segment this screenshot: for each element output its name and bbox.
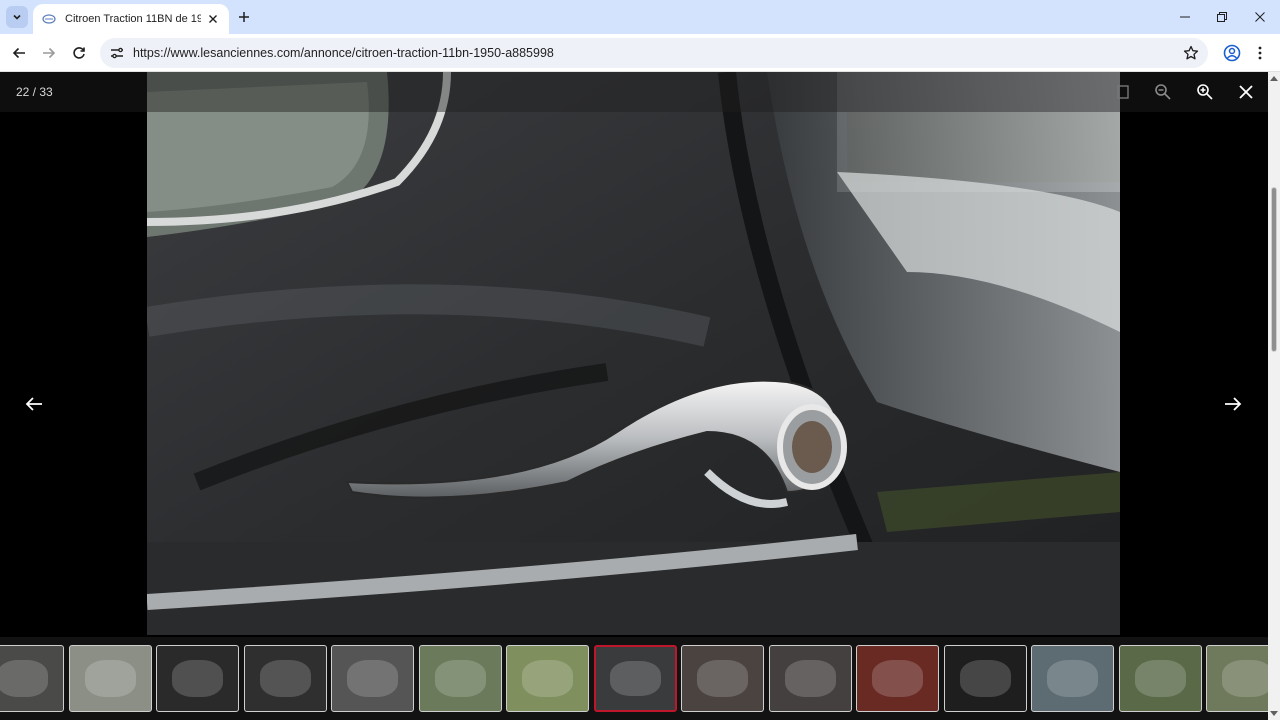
reload-icon xyxy=(73,47,85,59)
restore-icon xyxy=(1217,12,1227,22)
thumbnail[interactable] xyxy=(769,645,852,712)
forward-button[interactable] xyxy=(38,42,60,64)
fullscreen-button[interactable] xyxy=(1112,81,1134,103)
kebab-icon xyxy=(1258,46,1262,60)
close-viewer-button[interactable] xyxy=(1235,81,1257,103)
site-favicon-icon xyxy=(41,11,57,27)
thumbnail-image xyxy=(171,660,224,697)
close-icon[interactable] xyxy=(205,11,221,27)
new-tab-button[interactable] xyxy=(235,8,253,26)
thumbnail-image xyxy=(871,660,924,697)
scroll-up-icon[interactable] xyxy=(1270,74,1278,82)
thumbnail[interactable] xyxy=(681,645,764,712)
thumbnail[interactable] xyxy=(594,645,677,712)
tab-search-button[interactable] xyxy=(6,6,28,28)
url-text[interactable]: https://www.lesanciennes.com/annonce/cit… xyxy=(133,46,554,60)
thumbnail-image xyxy=(1221,660,1268,697)
thumbnail-image xyxy=(346,660,399,697)
thumbnail-image xyxy=(784,660,837,697)
viewer-toolbar xyxy=(0,72,1268,112)
thumbnail[interactable] xyxy=(419,645,502,712)
tune-icon[interactable] xyxy=(102,38,132,68)
close-icon xyxy=(1239,85,1253,99)
browser-tab[interactable]: Citroen Traction 11BN de 1950 xyxy=(33,4,229,34)
zoom-in-button[interactable] xyxy=(1194,81,1216,103)
zoom-in-icon xyxy=(1197,84,1213,100)
thumbnail[interactable] xyxy=(944,645,1027,712)
arrow-right-icon xyxy=(43,47,56,59)
thumbnail-image xyxy=(0,660,49,697)
thumbnail-image xyxy=(696,660,749,697)
thumbnail-image xyxy=(259,660,312,697)
thumbnail-image xyxy=(610,660,661,697)
tab-strip: Citroen Traction 11BN de 1950 xyxy=(0,0,1280,34)
thumbnail[interactable] xyxy=(244,645,327,712)
thumbnail-strip xyxy=(0,637,1268,720)
next-image-button[interactable] xyxy=(1219,390,1247,418)
image-counter: 22 / 33 xyxy=(16,85,53,99)
scroll-down-icon[interactable] xyxy=(1270,710,1278,718)
scrollbar-thumb[interactable] xyxy=(1271,187,1277,352)
chevron-down-icon xyxy=(13,14,21,20)
back-button[interactable] xyxy=(8,42,30,64)
thumbnail-image xyxy=(84,660,137,697)
thumbnail-image xyxy=(521,660,574,697)
browser-toolbar: https://www.lesanciennes.com/annonce/cit… xyxy=(0,34,1280,72)
previous-image-button[interactable] xyxy=(20,390,48,418)
thumbnail[interactable] xyxy=(1206,645,1268,712)
arrow-left-icon xyxy=(12,47,25,59)
fullscreen-icon xyxy=(1117,85,1129,99)
lightbox: 22 / 33 xyxy=(0,72,1268,720)
tab-title: Citroen Traction 11BN de 1950 xyxy=(65,13,201,25)
minimize-icon xyxy=(1180,16,1190,18)
close-window-button[interactable] xyxy=(1242,0,1278,34)
plus-icon xyxy=(239,12,249,22)
thumbnail[interactable] xyxy=(331,645,414,712)
profile-button[interactable] xyxy=(1221,42,1243,64)
zoom-out-button[interactable] xyxy=(1152,81,1174,103)
thumbnail[interactable] xyxy=(1119,645,1202,712)
close-icon xyxy=(1255,12,1265,22)
arrow-right-icon xyxy=(1225,397,1242,411)
thumbnail[interactable] xyxy=(0,645,64,712)
account-icon xyxy=(1223,44,1241,62)
thumbnail-image xyxy=(959,660,1012,697)
thumbnail[interactable] xyxy=(856,645,939,712)
thumbnail[interactable] xyxy=(69,645,152,712)
browser-menu-button[interactable] xyxy=(1250,42,1270,64)
page-scrollbar[interactable] xyxy=(1268,72,1280,720)
arrow-left-icon xyxy=(25,397,42,411)
thumbnail[interactable] xyxy=(156,645,239,712)
thumbnail-image xyxy=(434,660,487,697)
zoom-out-icon xyxy=(1155,84,1171,100)
thumbnail-image xyxy=(1046,660,1099,697)
thumbnail-image xyxy=(1134,660,1187,697)
minimize-button[interactable] xyxy=(1167,0,1203,34)
main-photo[interactable] xyxy=(147,72,1120,635)
restore-button[interactable] xyxy=(1204,0,1240,34)
reload-button[interactable] xyxy=(68,42,90,64)
address-bar[interactable]: https://www.lesanciennes.com/annonce/cit… xyxy=(100,38,1208,68)
thumbnail[interactable] xyxy=(506,645,589,712)
thumbnail[interactable] xyxy=(1031,645,1114,712)
star-icon[interactable] xyxy=(1182,44,1200,62)
